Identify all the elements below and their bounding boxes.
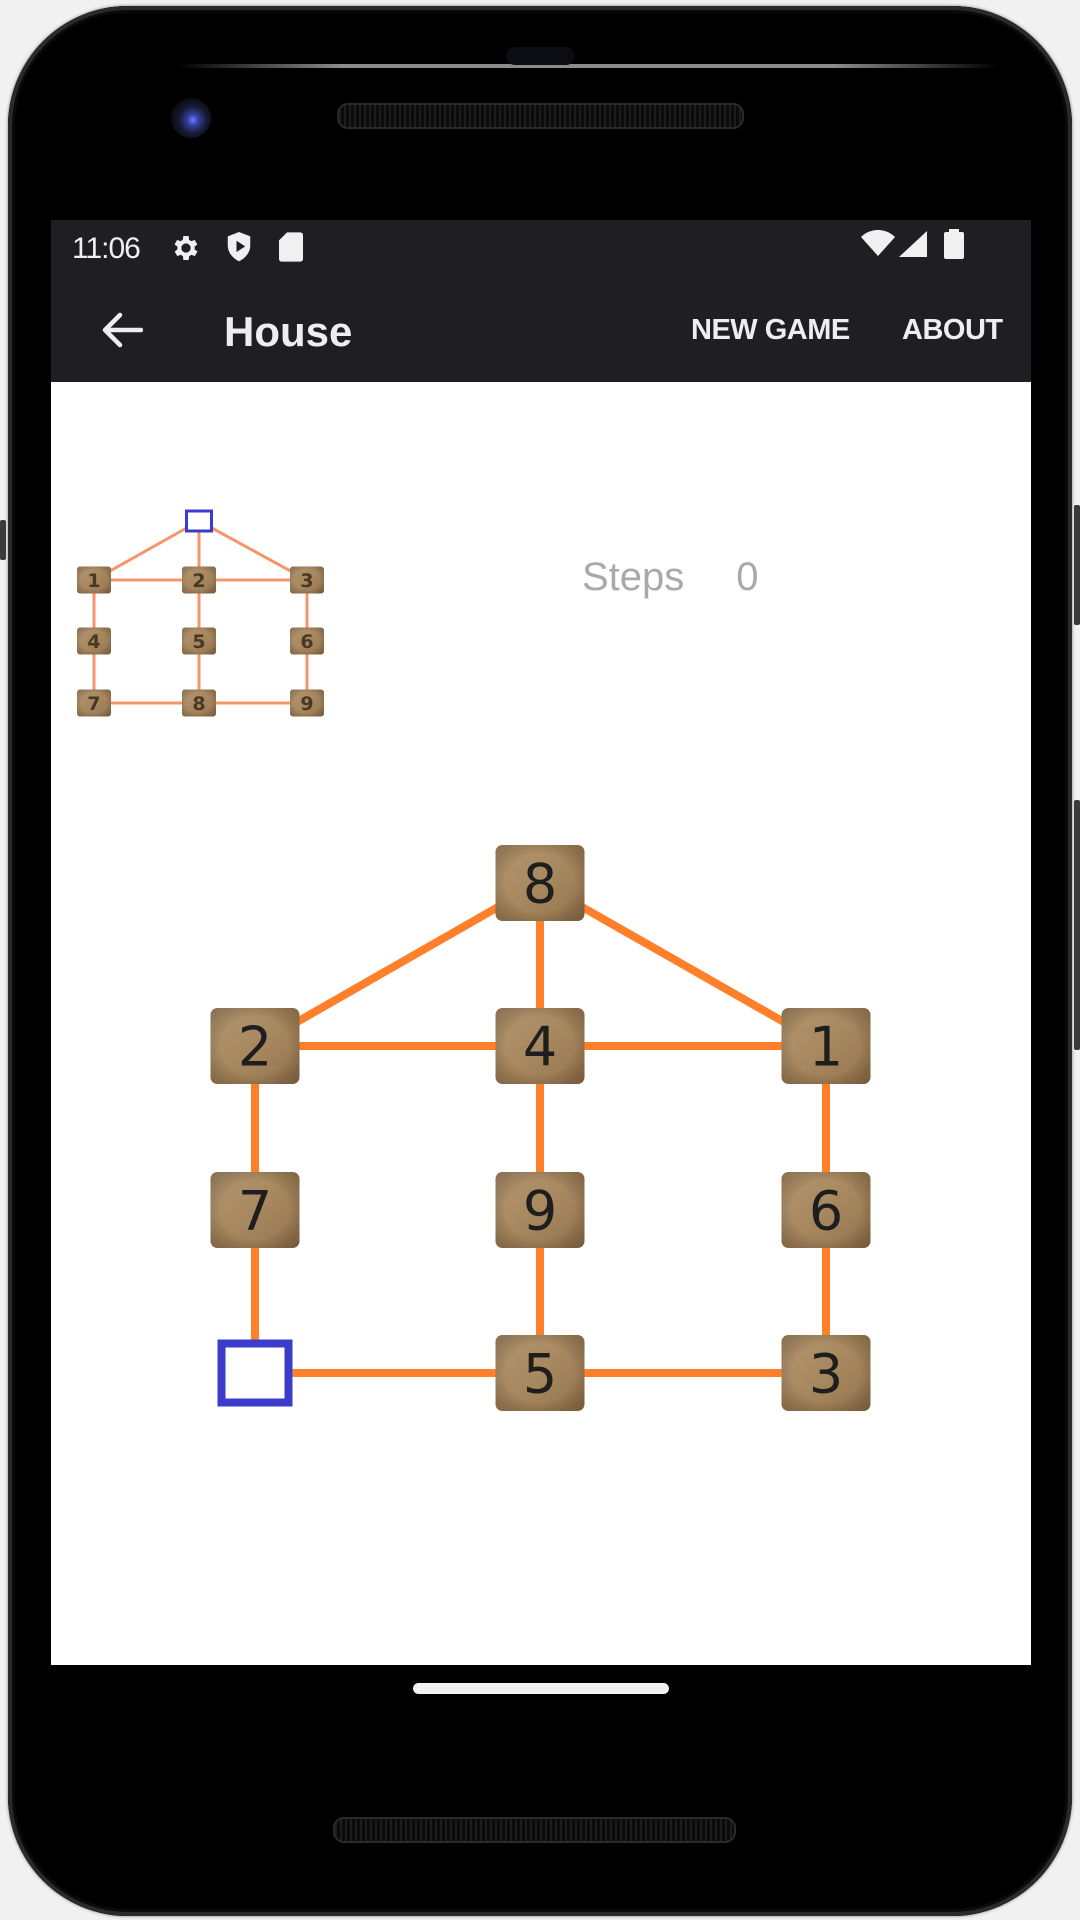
- bottom-speaker: [333, 1817, 736, 1843]
- empty-slot[interactable]: [217, 1339, 293, 1407]
- tile-4[interactable]: 4: [495, 1008, 585, 1084]
- tile-8[interactable]: 8: [495, 845, 585, 921]
- tile-number: 2: [238, 1015, 272, 1078]
- puzzle-canvas: 1 2 3 4 5 6 7 8 9 8 2 4 1 7 9 6 5 3: [77, 509, 871, 1411]
- preview-tile-7: 7: [77, 689, 111, 717]
- tile-5[interactable]: 5: [495, 1335, 585, 1411]
- home-gesture-bar[interactable]: [413, 1683, 669, 1694]
- tile-number: 4: [523, 1015, 557, 1078]
- tile-3[interactable]: 3: [781, 1335, 871, 1411]
- earpiece-speaker: [337, 103, 744, 129]
- tile-number: 6: [809, 1179, 843, 1242]
- tile-number: 6: [300, 631, 313, 653]
- preview-empty-slot: [185, 509, 213, 533]
- tile-number: 5: [523, 1342, 557, 1405]
- front-camera: [171, 98, 211, 138]
- puzzle-board: 8 2 4 1 7 9 6 5 3: [210, 845, 871, 1411]
- tile-number: 1: [809, 1015, 843, 1078]
- tile-number: 8: [192, 693, 205, 715]
- preview-tile-5: 5: [182, 627, 216, 655]
- volume-button: [1074, 800, 1080, 1050]
- side-button-left: [0, 520, 6, 560]
- preview-tile-4: 4: [77, 627, 111, 655]
- preview-tile-6: 6: [290, 627, 324, 655]
- tile-number: 9: [523, 1179, 557, 1242]
- tile-number: 1: [87, 570, 100, 592]
- preview-tile-1: 1: [77, 566, 111, 594]
- power-button: [1074, 505, 1080, 625]
- proximity-sensor: [506, 47, 575, 65]
- tile-9[interactable]: 9: [495, 1172, 585, 1248]
- tile-number: 5: [192, 631, 205, 653]
- preview-tile-3: 3: [290, 566, 324, 594]
- tile-number: 9: [300, 693, 313, 715]
- tile-number: 8: [523, 852, 557, 915]
- tile-7[interactable]: 7: [210, 1172, 300, 1248]
- tile-number: 4: [87, 631, 100, 653]
- tile-number: 3: [809, 1342, 843, 1405]
- tile-6[interactable]: 6: [781, 1172, 871, 1248]
- tile-2[interactable]: 2: [210, 1008, 300, 1084]
- tile-number: 7: [87, 693, 100, 715]
- tile-number: 7: [238, 1179, 272, 1242]
- phone-glare: [178, 64, 998, 68]
- preview-tile-2: 2: [182, 566, 216, 594]
- screen: 11:06 House NEW GAME ABOUT Steps 0 1 2 3…: [51, 220, 1031, 1665]
- preview-tile-8: 8: [182, 689, 216, 717]
- tile-1[interactable]: 1: [781, 1008, 871, 1084]
- goal-preview: 1 2 3 4 5 6 7 8 9: [77, 509, 324, 717]
- tile-number: 3: [300, 570, 313, 592]
- preview-tile-9: 9: [290, 689, 324, 717]
- tile-number: 2: [192, 570, 205, 592]
